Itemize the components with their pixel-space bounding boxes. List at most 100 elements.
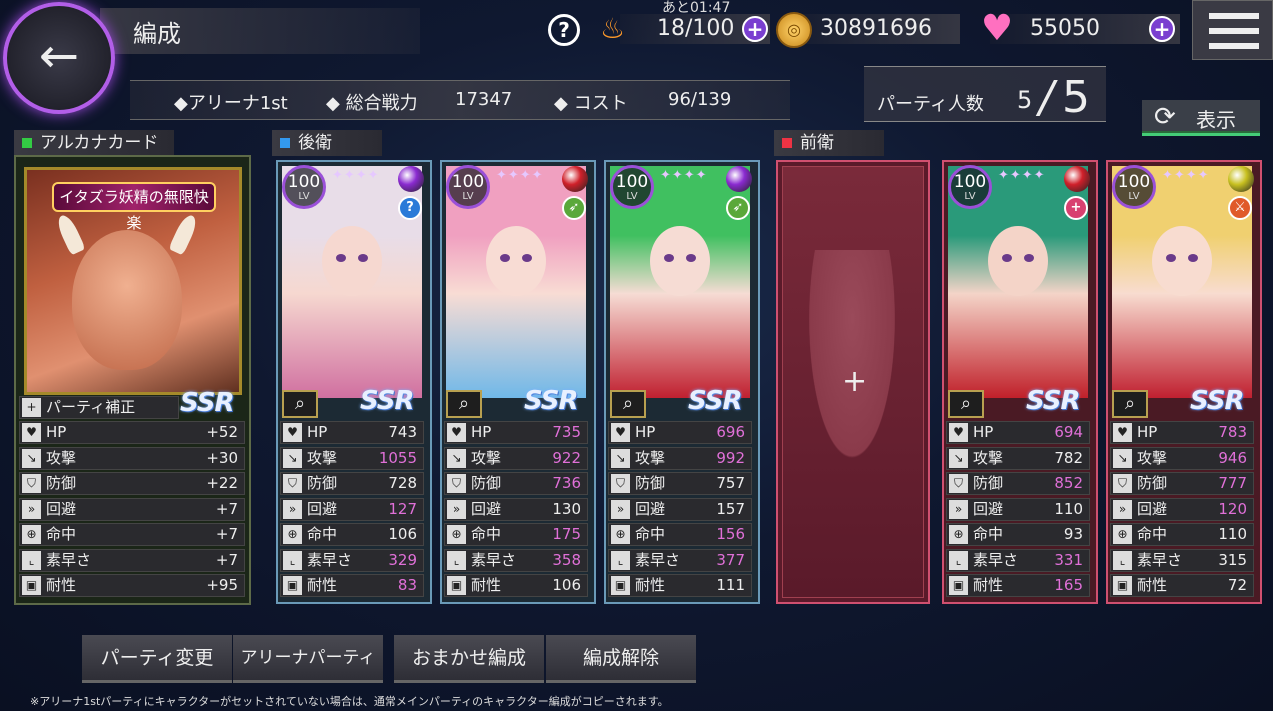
stat-name: 素早さ — [471, 550, 517, 569]
boot-icon: ⌞ — [1113, 550, 1132, 570]
arena-label: ◆アリーナ1st — [174, 93, 288, 114]
sword-icon: ↘ — [611, 448, 630, 468]
stat-name: 攻撃 — [46, 448, 77, 467]
shield-icon: ⛉ — [22, 474, 41, 493]
arcana-name: イタズラ妖精の無限快楽 — [52, 182, 216, 232]
level-label: LV — [298, 191, 310, 202]
stat-row: ⛉ 防御 +22 — [19, 472, 245, 495]
refresh-icon: ⟳ — [1154, 102, 1176, 132]
stat-value: +30 — [206, 448, 238, 467]
element-orb-icon — [1064, 166, 1090, 192]
zoom-icon[interactable]: ⌕ — [948, 390, 984, 418]
stat-row: ⊕ 命中 +7 — [19, 523, 245, 546]
zoom-icon[interactable]: ⌕ — [1112, 390, 1148, 418]
arcana-character — [72, 230, 182, 370]
star-rating: ✦✦✦✦ — [332, 168, 380, 183]
stat-value: 1055 — [378, 448, 417, 467]
stat-name: HP — [471, 423, 492, 441]
stat-name: 回避 — [471, 499, 502, 518]
stat-name: 素早さ — [1137, 550, 1183, 569]
back-button[interactable]: ← — [3, 2, 115, 114]
shield-icon: ⛉ — [447, 474, 466, 493]
stat-value: 110 — [1054, 499, 1083, 518]
stat-row: ↘ 攻撃 +30 — [19, 446, 245, 470]
page-title: 編成 — [133, 20, 181, 48]
arena-party-button[interactable]: アリーナパーティ — [233, 635, 383, 683]
gem-icon: ♥ — [980, 8, 1014, 49]
resist-icon: ▣ — [949, 576, 968, 595]
boot-icon: ⌞ — [283, 550, 302, 570]
stat-name: 防御 — [46, 474, 77, 492]
stat-row: ⌞ 素早さ 329 — [280, 548, 424, 572]
zoom-icon[interactable]: ⌕ — [282, 390, 318, 418]
stat-name: 防御 — [973, 474, 1004, 492]
shield-icon: ⛉ — [1113, 474, 1132, 493]
party-size-label: パーティ人数 — [877, 94, 984, 115]
stat-name: 防御 — [307, 474, 338, 492]
add-gem-button[interactable]: + — [1149, 16, 1175, 42]
add-character-icon: + — [842, 364, 868, 399]
role-icon: ➶ — [726, 196, 750, 220]
role-icon: ? — [398, 196, 422, 220]
stat-row: ⛉ 防御 736 — [444, 472, 588, 495]
stat-value: 83 — [397, 576, 417, 594]
stamina-icon: ♨ — [600, 12, 626, 45]
character-face — [322, 226, 382, 296]
stat-value: 315 — [1218, 550, 1247, 569]
rarity-label: SSR — [1190, 386, 1245, 416]
stat-row: ↘ 攻撃 782 — [946, 446, 1090, 470]
stat-row: ♥ HP 783 — [1110, 421, 1254, 444]
chevrons-icon: » — [283, 499, 302, 519]
auto-form-button[interactable]: おまかせ編成 — [394, 635, 544, 683]
character-face — [988, 226, 1048, 296]
role-icon: + — [1064, 196, 1088, 220]
stat-name: 攻撃 — [307, 448, 338, 467]
heart-icon: ♥ — [447, 423, 466, 442]
stat-value: 736 — [552, 474, 581, 492]
green-square-icon — [22, 138, 32, 148]
star-rating: ✦✦✦✦ — [1162, 168, 1210, 183]
heart-icon: ♥ — [283, 423, 302, 442]
stat-name: 防御 — [1137, 474, 1168, 492]
stat-value: 782 — [1054, 448, 1083, 467]
zoom-icon[interactable]: ⌕ — [446, 390, 482, 418]
character-face — [486, 226, 546, 296]
stat-name: 素早さ — [307, 550, 353, 569]
level-label: LV — [462, 191, 474, 202]
stat-row: » 回避 157 — [608, 497, 752, 521]
element-orb-icon — [1228, 166, 1254, 192]
chevrons-icon: » — [22, 499, 41, 519]
crosshair-icon: ⊕ — [283, 525, 302, 544]
stat-value: 735 — [552, 423, 581, 441]
party-max: 5 — [1062, 72, 1090, 123]
stat-value: 127 — [388, 499, 417, 518]
character-eye — [336, 254, 346, 262]
level-value: 100 — [451, 172, 485, 192]
stat-value: 777 — [1218, 474, 1247, 492]
rear-section-label: 後衛 — [272, 130, 382, 156]
party-change-button[interactable]: パーティ変更 — [82, 635, 232, 683]
stat-value: 922 — [552, 448, 581, 467]
character-eye — [522, 254, 532, 262]
stat-value: 106 — [552, 576, 581, 594]
rarity-label: SSR — [524, 386, 579, 416]
zoom-icon[interactable]: ⌕ — [610, 390, 646, 418]
menu-button[interactable] — [1192, 0, 1273, 60]
add-stamina-button[interactable]: + — [742, 16, 768, 42]
clear-form-button[interactable]: 編成解除 — [546, 635, 696, 683]
stat-row: ♥ HP 735 — [444, 421, 588, 444]
element-orb-icon — [398, 166, 424, 192]
character-eye — [686, 254, 696, 262]
stat-name: 回避 — [1137, 499, 1168, 518]
resist-icon: ▣ — [283, 576, 302, 595]
shield-icon: ⛉ — [283, 474, 302, 493]
level-label: LV — [626, 191, 638, 202]
stat-value: 157 — [716, 499, 745, 518]
stat-value: 757 — [716, 474, 745, 492]
stat-name: 命中 — [46, 525, 77, 543]
help-icon[interactable]: ? — [548, 14, 580, 46]
stat-name: 回避 — [973, 499, 1004, 518]
level-badge: 100 LV — [1112, 165, 1156, 209]
crosshair-icon: ⊕ — [1113, 525, 1132, 544]
sword-icon: ↘ — [22, 448, 41, 468]
